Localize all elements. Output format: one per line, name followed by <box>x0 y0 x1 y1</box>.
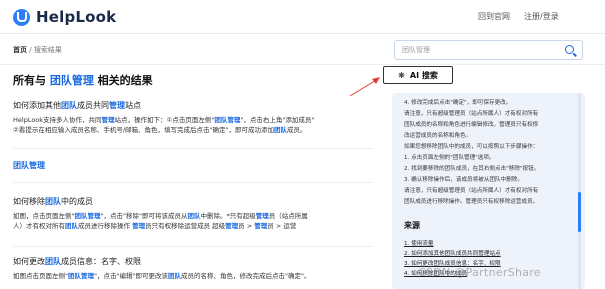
source-link[interactable]: 1. 使用流量 <box>404 239 434 247</box>
result-item[interactable]: 如何移除团队中的成员 如图，点击页面左侧"团队管理"，点击"移除"即可将该成员从… <box>13 196 373 231</box>
logo-icon <box>13 8 30 26</box>
breadcrumb-home[interactable]: 首页 <box>13 46 27 54</box>
snippet-line: 人）才有权对所有团队成员进行移除操作 管理员只有权移除运营成员 超级管理员 > … <box>13 222 297 230</box>
result-link-team-management[interactable]: 团队管理 <box>13 160 45 171</box>
result-item[interactable]: 如何更改团队成员信息：名字、权限 如图点击页面左侧"团队管理"，点击"编辑"即可… <box>13 256 373 281</box>
snippet-line: ②看提示在相应输入成员名称、手机号/邮箱、角色，填写完成后点击"确定"，即可成功… <box>13 126 307 134</box>
ai-answer-line: 4. 修改完成后点击"确定"，即可保存更改。 <box>404 100 512 106</box>
result-divider <box>13 246 373 247</box>
result-title[interactable]: 如何添加其他团队成员共同管理站点 <box>13 100 373 111</box>
divider <box>0 64 605 65</box>
ai-search-button[interactable]: ❋ AI 搜索 <box>383 66 453 84</box>
ai-answer-line: 如果您想移除团队中的成员，可以按照以下步骤操作： <box>404 144 539 150</box>
results-heading: 所有与 团队管理 相关的结果 <box>13 74 153 87</box>
result-snippet: 如图，点击页面左侧"团队管理"，点击"移除"即可将该成员从团队中删除。*只有超级… <box>13 211 373 231</box>
ai-answer-line: 请注意，只有超级管理员（站点所属人）才有权对所有 <box>404 188 539 194</box>
ai-answer-line: 团队成员进行移除操作。管理员只有权移除运营成员。 <box>404 199 539 205</box>
ai-answer-panel: 4. 修改完成后点击"确定"，即可保存更改。 请注意，只有超级管理员（站点所属人… <box>392 93 585 289</box>
watermark: CSDN @PartnerShare <box>418 266 541 279</box>
snippet-line: HelpLook支持多人协作，共同管理站点，操作如下：①点击页面左侧"团队管理"… <box>13 116 315 124</box>
breadcrumb: 首页 / 搜索结果 <box>13 45 62 55</box>
search-input[interactable]: 团队管理 <box>394 40 583 60</box>
panel-scroll-thumb[interactable] <box>578 192 581 232</box>
ai-search-label: AI 搜索 <box>409 70 438 80</box>
ai-answer-line: 2. 找到要移除的团队成员，在其右侧点击"移除"按钮。 <box>404 166 540 172</box>
register-login-link[interactable]: 注册/登录 <box>524 11 559 22</box>
logo-text: HelpLook <box>36 8 117 26</box>
breadcrumb-separator: / <box>29 46 32 54</box>
back-to-site-link[interactable]: 回到官网 <box>478 11 510 22</box>
ai-answer-line: 改运营成员的名称和角色。 <box>404 133 472 139</box>
logo[interactable]: HelpLook <box>13 8 116 26</box>
result-title[interactable]: 如何更改团队成员信息：名字、权限 <box>13 256 373 267</box>
result-divider <box>13 182 373 183</box>
sparkle-icon: ❋ <box>398 70 405 80</box>
snippet-line: 如图，点击页面左侧"团队管理"，点击"移除"即可将该成员从团队中删除。*只有超级… <box>13 212 308 220</box>
result-divider <box>13 148 373 149</box>
result-snippet: HelpLook支持多人协作，共同管理站点，操作如下：①点击页面左侧"团队管理"… <box>13 115 373 135</box>
snippet-line: 如图点击页面左侧"团队管理"，点击"编辑"即可更改该团队成员的名称、角色，修改完… <box>13 272 311 280</box>
source-link[interactable]: 2. 如何添加其他团队成员共同管理站点 <box>404 249 501 257</box>
top-header: HelpLook 回到官网 注册/登录 <box>0 0 605 34</box>
result-item[interactable]: 如何添加其他团队成员共同管理站点 HelpLook支持多人协作，共同管理站点，操… <box>13 100 373 135</box>
search-icon[interactable] <box>565 45 574 54</box>
panel-scrollbar[interactable] <box>578 93 581 289</box>
ai-answer-line: 请注意，只有超级管理员（站点所属人）才有权对所有 <box>404 111 539 117</box>
ai-answer-line: 1. 点击页面左侧的"团队管理"选项。 <box>404 155 495 161</box>
result-snippet: 如图点击页面左侧"团队管理"，点击"编辑"即可更改该团队成员的名称、角色，修改完… <box>13 271 373 281</box>
ai-answer-line: 团队成员的名称和角色进行编辑修改。管理员只有权修 <box>404 122 539 128</box>
ai-answer-line: 3. 确认移除操作后，该成员将被从团队中删除。 <box>404 177 523 183</box>
source-heading: 来源 <box>404 221 420 230</box>
result-title[interactable]: 如何移除团队中的成员 <box>13 196 373 207</box>
breadcrumb-current: 搜索结果 <box>33 46 62 54</box>
search-placeholder: 团队管理 <box>402 46 430 54</box>
